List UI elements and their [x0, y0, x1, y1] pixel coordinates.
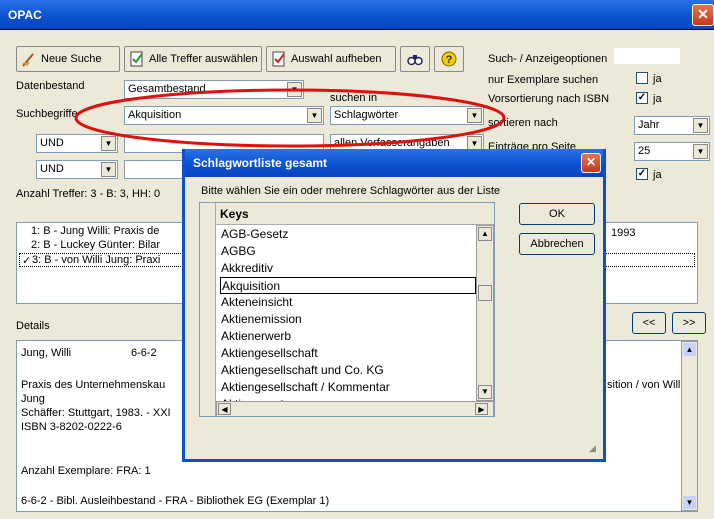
keyword-item[interactable]: AGB-Gesetz	[220, 226, 490, 243]
keyword-item[interactable]: Akquisition	[220, 277, 476, 294]
chevron-right-icon[interactable]: ▶	[475, 403, 488, 415]
suchbegriffe-label: Suchbegriffe	[16, 108, 78, 120]
author-name: Jung, Willi	[21, 347, 72, 359]
per-page-value: 25	[638, 145, 651, 157]
copies-line: Anzahl Exemplare: FRA: 1	[21, 465, 151, 477]
new-search-label: Neue Suche	[41, 53, 102, 65]
close-window-button[interactable]: ✕	[692, 4, 714, 26]
title-bar: OPAC ✕	[0, 0, 714, 30]
keyword-item[interactable]: AGBG	[220, 243, 490, 260]
chevron-up-icon[interactable]: ▲	[683, 343, 696, 356]
details-scrollbar[interactable]: ▲ ▼	[681, 341, 697, 511]
holding-line: 6-6-2 - Bibl. Ausleihbestand - FRA - Bib…	[21, 495, 330, 507]
next-button[interactable]: >>	[672, 312, 706, 334]
keyword-item[interactable]: Aktiengesellschaft und Co. KG	[220, 362, 490, 379]
options-header-blank	[614, 48, 680, 64]
prev-button[interactable]: <<	[632, 312, 666, 334]
title-line-cont: Jung	[21, 393, 45, 405]
checklist-icon	[130, 51, 143, 67]
help-icon: ?	[441, 51, 457, 67]
result-year: 1993	[611, 227, 636, 239]
details-label: Details	[16, 320, 50, 332]
chevron-down-icon: ▼	[101, 162, 116, 177]
binoculars-icon	[407, 55, 423, 66]
sort-select[interactable]: Jahr ▼	[634, 116, 710, 135]
hit-count: Anzahl Treffer: 3 - B: 3, HH: 0	[16, 188, 161, 200]
scroll-thumb[interactable]	[478, 285, 492, 301]
keyword-item[interactable]: Aktienemission	[220, 311, 490, 328]
chevron-down-icon[interactable]: ▼	[683, 496, 696, 509]
window-title: OPAC	[8, 8, 42, 22]
list-item[interactable]: 2: B - Luckey Günter: Bilar	[31, 239, 160, 251]
dialog-close-button[interactable]: ✕	[581, 153, 601, 173]
keyword-list-vscroll[interactable]: ▲ ▼	[476, 225, 494, 401]
opac-window: OPAC ✕ Neue Suche Alle Treffer auswählen…	[0, 0, 714, 519]
keyword-item[interactable]: Akkreditiv	[220, 260, 490, 277]
chevron-left-icon[interactable]: ◀	[218, 403, 231, 415]
highlight-ellipse	[74, 88, 506, 148]
svg-text:?: ?	[446, 54, 453, 66]
search-term-input-3[interactable]	[124, 160, 184, 179]
keyword-dialog: Schlagwortliste gesamt ✕ Bitte wählen Si…	[182, 149, 606, 462]
chevron-down-icon: ▼	[693, 118, 708, 133]
signature: 6-6-2	[131, 347, 157, 359]
options-header: Such- / Anzeigeoptionen	[488, 53, 608, 65]
new-search-button[interactable]: Neue Suche	[16, 46, 120, 72]
keyword-item[interactable]: Aktiengesellschaft	[220, 345, 490, 362]
row-header-column	[200, 203, 216, 416]
keyword-item[interactable]: Aktienerwerb	[220, 328, 490, 345]
operator-2-value: UND	[40, 137, 64, 149]
uncheck-icon	[272, 51, 285, 67]
deselect-label: Auswahl aufheben	[291, 53, 382, 65]
chevron-up-icon[interactable]: ▲	[478, 227, 492, 241]
ok-button[interactable]: OK	[519, 203, 595, 225]
option3-checkbox[interactable]: ✓	[636, 168, 648, 180]
exemplare-checkbox[interactable]	[636, 72, 648, 84]
help-button[interactable]: ?	[434, 46, 464, 72]
title-line: Praxis des Unternehmenskau	[21, 379, 166, 391]
isbn-line: ISBN 3-8202-0222-6	[21, 421, 122, 433]
title-line-right: sition / von Willi	[607, 379, 683, 391]
cancel-button[interactable]: Abbrechen	[519, 233, 595, 255]
sort-value: Jahr	[638, 119, 660, 131]
dialog-instruction: Bitte wählen Sie ein oder mehrere Schlag…	[201, 185, 500, 197]
check-icon: ✓	[22, 255, 32, 267]
operator-3-value: UND	[40, 163, 64, 175]
publisher-line: Schäffer: Stuttgart, 1983. - XXI	[21, 407, 171, 419]
keyword-item[interactable]: Akteneinsicht	[220, 294, 490, 311]
resize-grip-icon[interactable]: ◢	[589, 443, 601, 455]
keyword-list-hscroll[interactable]: ◀ ▶	[216, 401, 494, 416]
chevron-down-icon[interactable]: ▼	[478, 385, 492, 399]
dialog-title: Schlagwortliste gesamt	[193, 156, 328, 170]
binoculars-button[interactable]	[400, 46, 430, 72]
select-all-button[interactable]: Alle Treffer auswählen	[124, 46, 262, 72]
select-all-label: Alle Treffer auswählen	[149, 53, 258, 65]
exemplare-value: ja	[653, 73, 662, 85]
isbn-checkbox[interactable]: ✓	[636, 92, 648, 104]
keys-column-header[interactable]: Keys	[216, 203, 494, 225]
keyword-item[interactable]: Aktiengesellschaft / Kommentar	[220, 379, 490, 396]
list-item[interactable]: 1: B - Jung Willi: Praxis de	[31, 225, 159, 237]
deselect-button[interactable]: Auswahl aufheben	[266, 46, 396, 72]
option3-value: ja	[653, 169, 662, 181]
operator-select-3[interactable]: UND ▼	[36, 160, 118, 179]
chevron-down-icon: ▼	[693, 144, 708, 159]
isbn-value: ja	[653, 93, 662, 105]
keyword-list[interactable]: Keys AGB-Gesetz AGBG Akkreditiv Akquisition…	[199, 202, 495, 417]
per-page-select[interactable]: 25 ▼	[634, 142, 710, 161]
dialog-title-bar: Schlagwortliste gesamt ✕	[185, 149, 603, 177]
broom-icon	[22, 53, 34, 67]
